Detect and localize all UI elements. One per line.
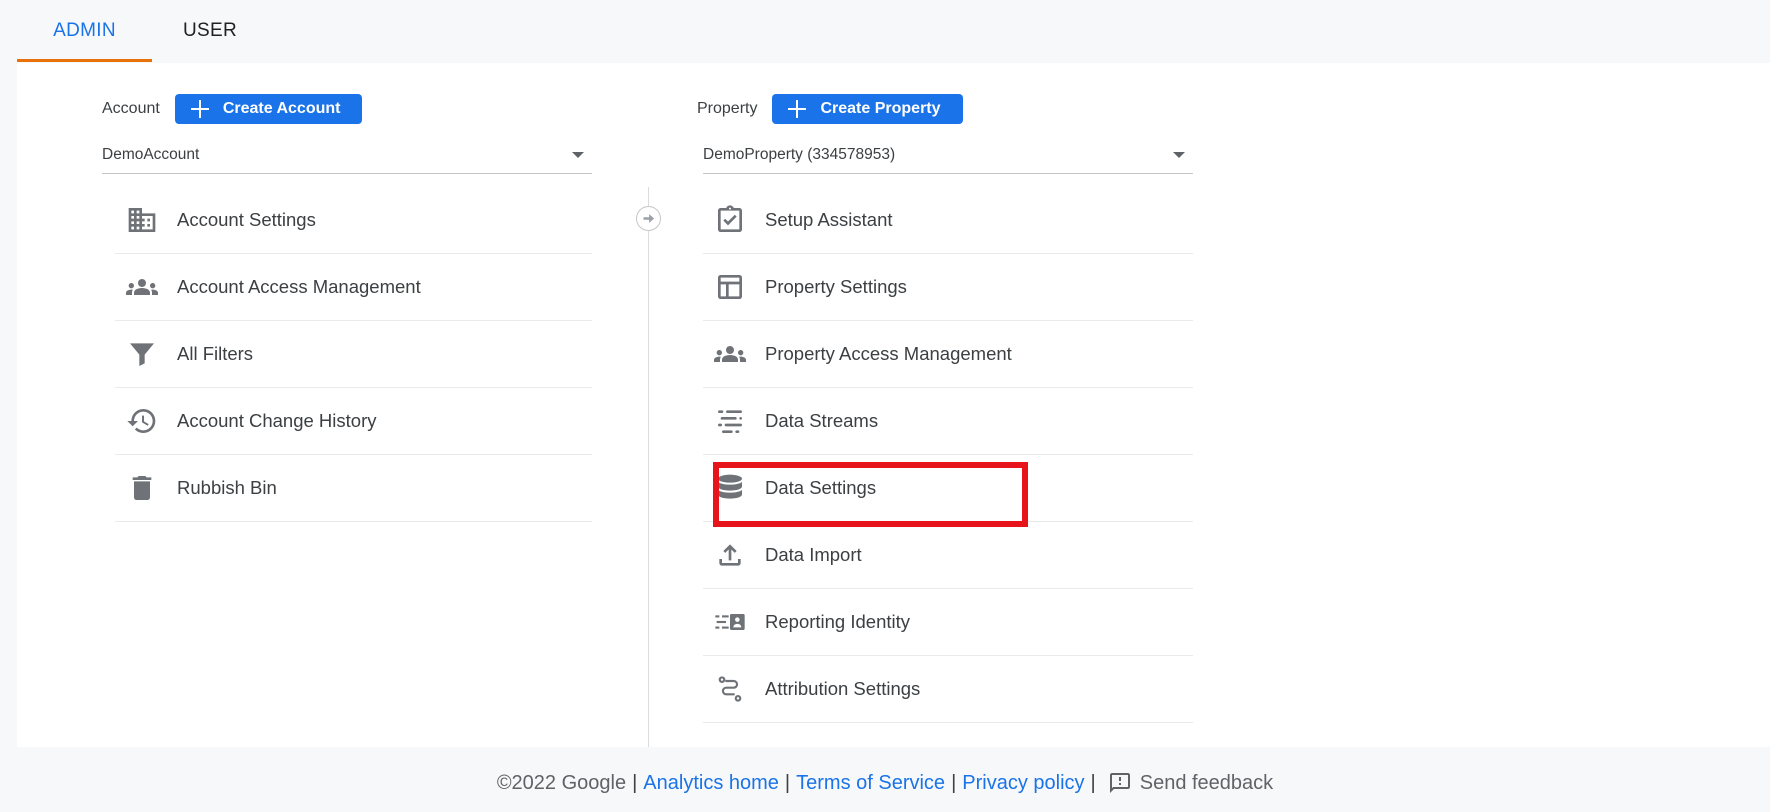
account-label: Account [102, 100, 160, 117]
feedback-icon [1109, 773, 1130, 793]
property-header: Property Create Property [697, 94, 963, 124]
history-icon [123, 402, 161, 440]
menu-item-rubbish-bin[interactable]: Rubbish Bin [115, 455, 592, 522]
menu-item-setup-assistant[interactable]: Setup Assistant [703, 187, 1193, 254]
account-menu: Account Settings Account Access Manageme… [115, 187, 592, 522]
caret-down-icon [1173, 151, 1185, 158]
tab-bar: ADMIN USER [0, 0, 1770, 62]
menu-item-account-settings[interactable]: Account Settings [115, 187, 592, 254]
menu-item-label: Attribution Settings [765, 678, 921, 699]
footer-copyright: ©2022 Google [496, 771, 627, 794]
account-header: Account Create Account [102, 94, 363, 124]
menu-item-label: Property Settings [765, 276, 907, 297]
property-label: Property [697, 100, 758, 117]
account-selected-value: DemoAccount [102, 145, 200, 163]
trash-icon [123, 469, 161, 507]
menu-item-label: Data Settings [765, 477, 877, 498]
people-icon [123, 268, 161, 306]
menu-item-attribution-settings[interactable]: Attribution Settings [703, 656, 1193, 723]
people-icon [711, 335, 749, 373]
database-icon [711, 469, 749, 507]
footer-separator: | [951, 771, 957, 794]
create-property-button[interactable]: Create Property [772, 94, 963, 124]
data-streams-icon [711, 402, 749, 440]
send-feedback-button[interactable]: Send feedback [1108, 771, 1273, 795]
reporting-identity-icon [711, 603, 749, 641]
menu-item-account-access-management[interactable]: Account Access Management [115, 254, 592, 321]
plus-icon [189, 98, 211, 120]
menu-item-label: Account Access Management [177, 276, 421, 297]
arrow-right-icon [636, 206, 661, 231]
footer-separator: | [784, 771, 791, 794]
footer-separator: | [632, 771, 638, 794]
menu-item-reporting-identity[interactable]: Reporting Identity [703, 589, 1193, 656]
menu-item-label: Property Access Management [765, 343, 1012, 364]
footer: ©2022 Google | Analytics home | Terms of… [0, 763, 1770, 803]
create-property-label: Create Property [820, 100, 941, 117]
menu-item-label: Setup Assistant [765, 209, 893, 230]
caret-down-icon [572, 151, 584, 158]
footer-link-analytics-home[interactable]: Analytics home [643, 772, 779, 795]
layout-icon [711, 268, 749, 306]
create-account-label: Create Account [222, 100, 341, 117]
menu-item-label: Account Change History [177, 410, 377, 431]
property-menu: Setup Assistant Property Settings Proper… [703, 187, 1193, 723]
building-icon [123, 201, 161, 239]
property-selected-value: DemoProperty (334578953) [703, 145, 896, 163]
footer-separator: | [1090, 771, 1096, 794]
column-divider [648, 187, 649, 747]
filter-icon [123, 335, 161, 373]
upload-icon [711, 536, 749, 574]
create-account-button[interactable]: Create Account [174, 94, 363, 124]
menu-item-label: Data Streams [765, 410, 879, 431]
menu-item-label: Data Import [765, 544, 862, 565]
menu-item-all-filters[interactable]: All Filters [115, 321, 592, 388]
footer-link-terms-of-service[interactable]: Terms of Service [796, 772, 945, 795]
menu-item-property-settings[interactable]: Property Settings [703, 254, 1193, 321]
attribution-icon [711, 670, 749, 708]
menu-item-label: Account Settings [177, 209, 316, 230]
menu-item-label: Rubbish Bin [177, 477, 277, 498]
menu-item-label: Reporting Identity [765, 611, 911, 632]
clipboard-check-icon [711, 201, 749, 239]
menu-item-account-change-history[interactable]: Account Change History [115, 388, 592, 455]
menu-item-data-settings[interactable]: Data Settings [703, 455, 1193, 522]
footer-link-privacy-policy[interactable]: Privacy policy [962, 772, 1084, 795]
property-selector[interactable]: DemoProperty (334578953) [703, 136, 1193, 174]
menu-item-property-access-management[interactable]: Property Access Management [703, 321, 1193, 388]
menu-item-data-streams[interactable]: Data Streams [703, 388, 1193, 455]
plus-icon [786, 98, 808, 120]
send-feedback-label: Send feedback [1139, 771, 1274, 794]
account-selector[interactable]: DemoAccount [102, 136, 592, 174]
tab-admin[interactable]: ADMIN [17, 0, 152, 62]
tab-user[interactable]: USER [175, 0, 245, 62]
admin-panel: Account Create Account DemoAccount Accou… [17, 63, 1770, 747]
menu-item-data-import[interactable]: Data Import [703, 522, 1193, 589]
menu-item-label: All Filters [177, 343, 254, 364]
